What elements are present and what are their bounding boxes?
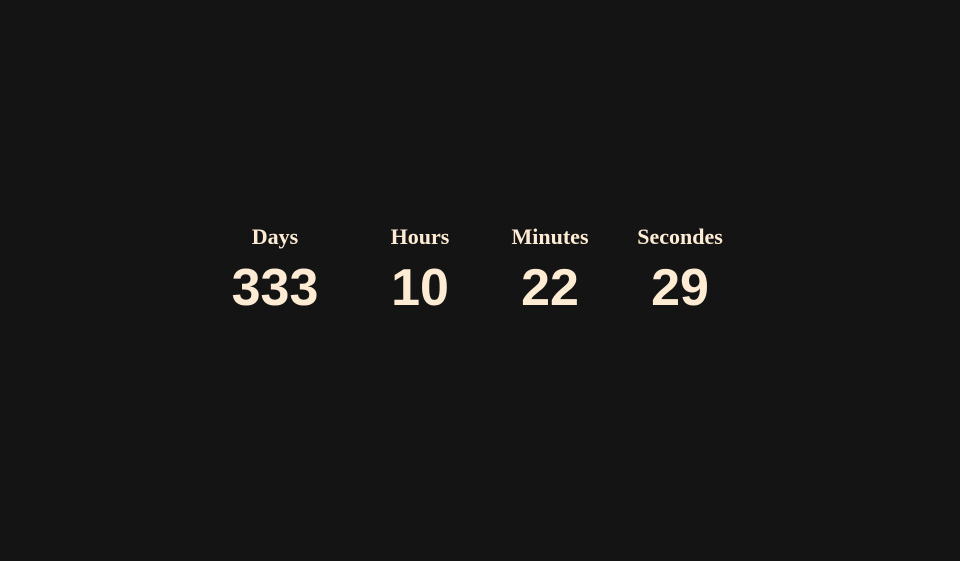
minutes-label: Minutes xyxy=(511,224,589,249)
hours-value: 10 xyxy=(391,259,449,317)
countdown-timer: Days 333 Hours 10 Minutes 22 Secondes 29 xyxy=(0,224,960,324)
seconds-label: Secondes xyxy=(637,224,723,249)
countdown-seconds: Secondes 29 xyxy=(610,224,750,316)
countdown-days: Days 333 xyxy=(205,224,345,316)
minutes-value: 22 xyxy=(521,259,579,317)
countdown-hours: Hours 10 xyxy=(350,224,490,316)
hours-label: Hours xyxy=(390,224,450,249)
seconds-value: 29 xyxy=(651,259,709,317)
countdown-minutes: Minutes 22 xyxy=(480,224,620,316)
days-value: 333 xyxy=(231,259,319,317)
days-label: Days xyxy=(251,224,299,249)
